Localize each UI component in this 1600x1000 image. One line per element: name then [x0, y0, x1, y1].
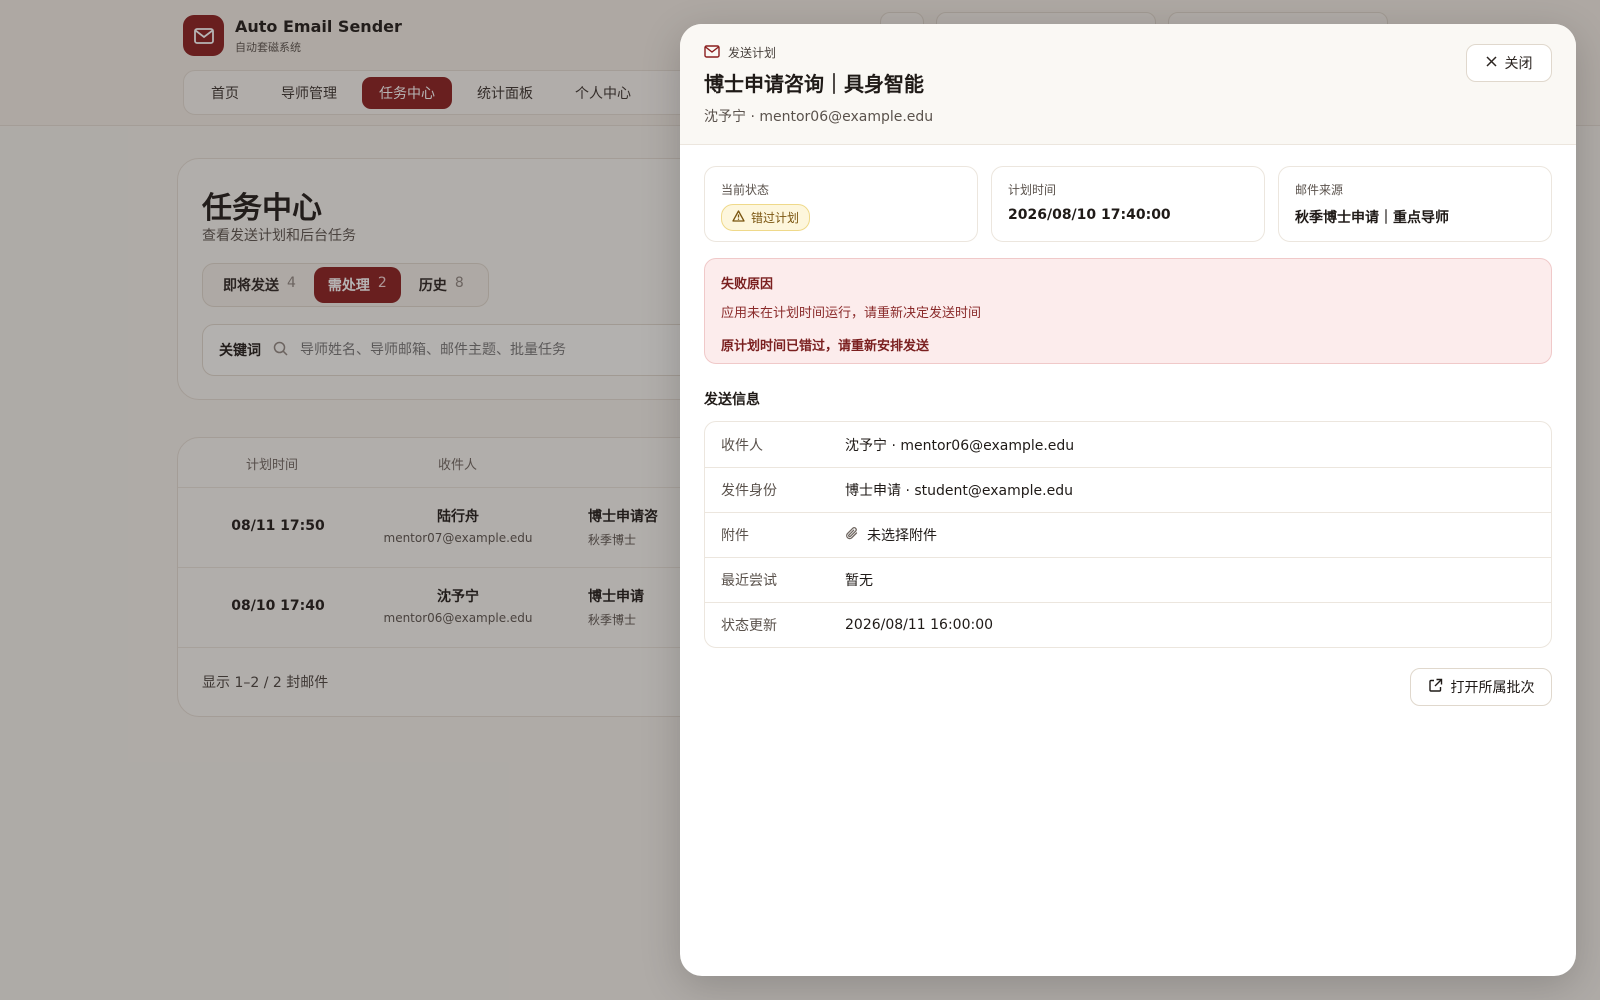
- drawer-subtitle: 沈予宁 · mentor06@example.edu: [704, 109, 934, 125]
- open-batch-label: 打开所属批次: [1450, 680, 1535, 696]
- failure-note: 原计划时间已错过，请重新安排发送: [721, 339, 930, 354]
- detail-value: 2026/08/11 16:00:00: [845, 617, 994, 633]
- failure-reason: 应用未在计划时间运行，请重新决定发送时间: [721, 306, 982, 321]
- detail-row-recipient: 收件人 沈予宁 · mentor06@example.edu: [705, 422, 1551, 467]
- drawer-title: 博士申请咨询｜具身智能: [704, 72, 924, 96]
- detail-value: 沈予宁 · mentor06@example.edu: [845, 437, 1075, 454]
- paperclip-icon: [845, 526, 859, 545]
- scheduled-time-card: 计划时间 2026/08/10 17:40:00: [991, 166, 1265, 242]
- detail-key: 收件人: [721, 437, 763, 454]
- scheduled-time-label: 计划时间: [1008, 183, 1057, 197]
- info-cards: 当前状态 错过计划 计划时间 2026/08/10 17:40:00 邮件来源 …: [704, 166, 1552, 242]
- detail-key: 最近尝试: [721, 573, 777, 589]
- warning-icon: [732, 210, 745, 225]
- status-card: 当前状态 错过计划: [704, 166, 978, 242]
- scheduled-time-value: 2026/08/10 17:40:00: [1008, 207, 1171, 223]
- drawer-header: 发送计划 博士申请咨询｜具身智能 沈予宁 · mentor06@example.…: [680, 24, 1576, 145]
- close-label: 关闭: [1504, 56, 1533, 72]
- detail-row-sender: 发件身份 博士申请 · student@example.edu: [705, 467, 1551, 512]
- status-value: 错过计划: [751, 211, 800, 225]
- section-title-send-info: 发送信息: [704, 392, 760, 408]
- mail-icon: [704, 44, 720, 61]
- detail-row-attachment: 附件 未选择附件: [705, 512, 1551, 557]
- detail-key: 发件身份: [721, 483, 777, 499]
- status-badge: 错过计划: [721, 204, 811, 231]
- send-info-table: 收件人 沈予宁 · mentor06@example.edu 发件身份 博士申请…: [704, 421, 1552, 648]
- drawer-eyebrow: 发送计划: [704, 44, 776, 61]
- detail-key: 状态更新: [721, 618, 777, 634]
- detail-value: 博士申请 · student@example.edu: [845, 483, 1073, 499]
- detail-value: 未选择附件: [867, 528, 937, 544]
- close-button[interactable]: 关闭: [1466, 44, 1552, 82]
- source-card: 邮件来源 秋季博士申请｜重点导师: [1278, 166, 1552, 242]
- send-plan-drawer: 发送计划 博士申请咨询｜具身智能 沈予宁 · mentor06@example.…: [680, 24, 1576, 976]
- detail-row-status-updated: 状态更新 2026/08/11 16:00:00: [705, 602, 1551, 647]
- failure-alert: 失败原因 应用未在计划时间运行，请重新决定发送时间 原计划时间已错过，请重新安排…: [704, 258, 1552, 364]
- detail-row-last-attempt: 最近尝试 暂无: [705, 557, 1551, 602]
- eyebrow-label: 发送计划: [728, 46, 777, 60]
- status-label: 当前状态: [721, 183, 770, 197]
- close-icon: [1485, 55, 1497, 71]
- detail-key: 附件: [721, 528, 749, 544]
- detail-value: 暂无: [845, 573, 873, 589]
- open-batch-button[interactable]: 打开所属批次: [1410, 668, 1552, 706]
- source-value: 秋季博士申请｜重点导师: [1295, 210, 1449, 226]
- failure-title: 失败原因: [721, 277, 774, 292]
- external-link-icon: [1428, 678, 1443, 697]
- source-label: 邮件来源: [1295, 183, 1344, 197]
